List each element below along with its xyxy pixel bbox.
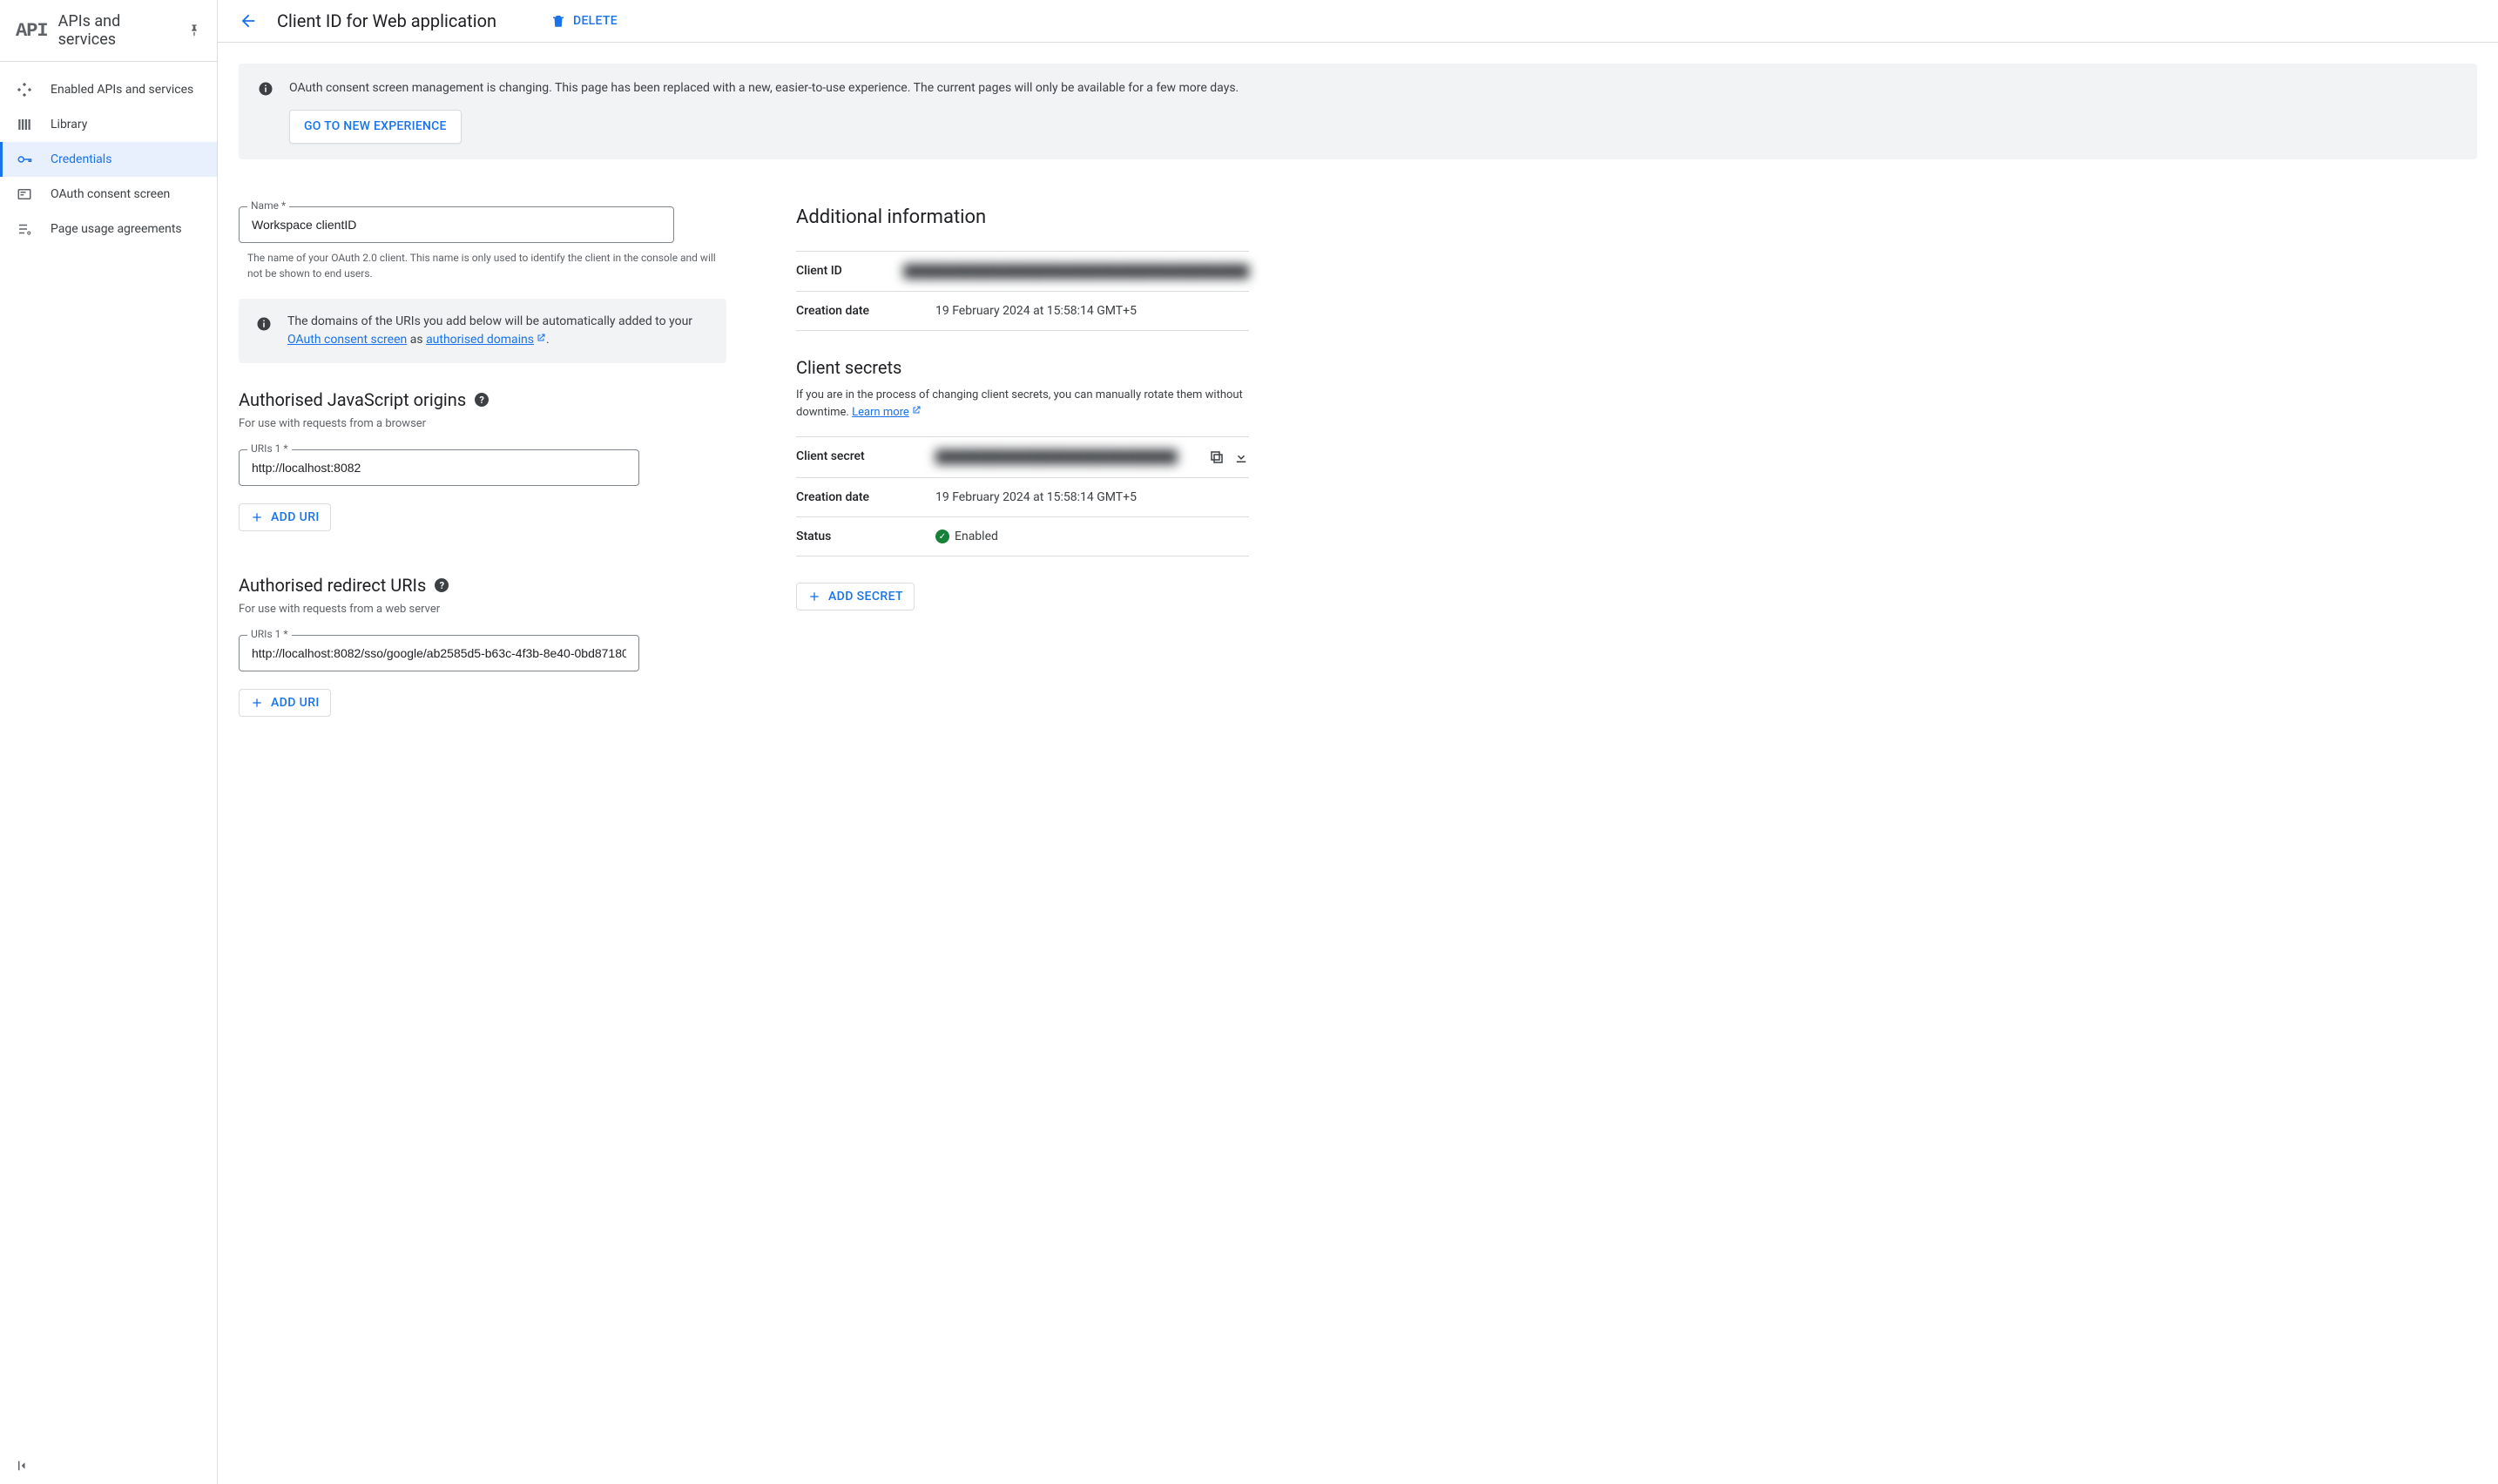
creation-date-row: Creation date 19 February 2024 at 15:58:… bbox=[796, 291, 1249, 330]
info-icon bbox=[258, 81, 273, 97]
plus-icon bbox=[807, 590, 821, 604]
sidebar-item-label: Credentials bbox=[51, 152, 111, 166]
domains-note-suffix: . bbox=[546, 333, 550, 347]
domains-info-box: The domains of the URIs you add below wi… bbox=[239, 299, 726, 363]
topbar: Client ID for Web application DELETE bbox=[218, 0, 2498, 43]
add-secret-label: ADD SECRET bbox=[828, 590, 903, 604]
main: Client ID for Web application DELETE OAu… bbox=[218, 0, 2498, 1484]
creation-date-label: Creation date bbox=[796, 304, 935, 318]
add-uri-label: ADD URI bbox=[271, 696, 320, 710]
authorised-domains-link[interactable]: authorised domains bbox=[426, 333, 546, 347]
page-title: Client ID for Web application bbox=[277, 10, 496, 31]
add-js-origin-uri-button[interactable]: ADD URI bbox=[239, 503, 331, 531]
add-secret-button[interactable]: ADD SECRET bbox=[796, 583, 915, 610]
add-redirect-uri-button[interactable]: ADD URI bbox=[239, 689, 331, 717]
secret-creation-label: Creation date bbox=[796, 490, 935, 504]
client-secret-value: ████████████████████████████ bbox=[935, 449, 1209, 465]
help-icon[interactable]: ? bbox=[435, 578, 449, 592]
delete-label: DELETE bbox=[573, 14, 618, 28]
copy-icon[interactable] bbox=[1209, 449, 1225, 465]
info-icon bbox=[256, 316, 272, 349]
sidebar-item-label: Page usage agreements bbox=[51, 222, 182, 236]
sidebar-item-label: Library bbox=[51, 118, 87, 132]
agreements-icon bbox=[16, 220, 33, 238]
trash-icon bbox=[550, 13, 566, 29]
secret-status-label: Status bbox=[796, 530, 935, 543]
js-origin-uri-label: URIs 1 * bbox=[247, 442, 292, 455]
product-title: APIs and services bbox=[58, 12, 177, 49]
sidebar-item-credentials[interactable]: Credentials bbox=[0, 142, 217, 177]
diamond-grid-icon bbox=[16, 81, 33, 98]
sidebar-item-library[interactable]: Library bbox=[0, 107, 217, 142]
client-secrets-title: Client secrets bbox=[796, 357, 1249, 378]
secret-status-row: Status ✓ Enabled bbox=[796, 516, 1249, 556]
sidebar-nav: Enabled APIs and services Library Creden… bbox=[0, 62, 217, 246]
library-icon bbox=[16, 116, 33, 133]
name-input[interactable] bbox=[239, 206, 674, 243]
oauth-consent-screen-link[interactable]: OAuth consent screen bbox=[287, 333, 407, 347]
redirect-uris-subtitle: For use with requests from a web server bbox=[239, 603, 726, 616]
redirect-uri-input[interactable] bbox=[239, 635, 639, 671]
name-helper-text: The name of your OAuth 2.0 client. This … bbox=[239, 250, 726, 281]
js-origins-title: Authorised JavaScript origins bbox=[239, 389, 466, 410]
plus-icon bbox=[250, 510, 264, 524]
consent-icon bbox=[16, 186, 33, 203]
check-circle-icon: ✓ bbox=[935, 530, 949, 543]
pin-icon[interactable] bbox=[187, 24, 201, 37]
external-link-icon bbox=[911, 405, 922, 415]
client-id-row: Client ID ██████████████████████████████… bbox=[796, 251, 1249, 291]
delete-button[interactable]: DELETE bbox=[550, 13, 618, 29]
collapse-sidebar-icon[interactable] bbox=[16, 1458, 31, 1474]
client-secret-row: Client secret ██████████████████████████… bbox=[796, 436, 1249, 477]
client-id-value: ████████████████████████████████████████ bbox=[903, 264, 1249, 279]
name-field-label: Name * bbox=[247, 199, 289, 212]
domains-note-prefix: The domains of the URIs you add below wi… bbox=[287, 314, 692, 328]
client-secret-label: Client secret bbox=[796, 449, 935, 465]
sidebar-header: API APIs and services bbox=[0, 0, 217, 62]
learn-more-link[interactable]: Learn more bbox=[852, 406, 922, 419]
js-origin-uri-input[interactable] bbox=[239, 449, 639, 486]
back-button[interactable] bbox=[239, 11, 258, 30]
secret-creation-date-row: Creation date 19 February 2024 at 15:58:… bbox=[796, 477, 1249, 516]
external-link-icon bbox=[536, 333, 546, 343]
secret-creation-value: 19 February 2024 at 15:58:14 GMT+5 bbox=[935, 490, 1249, 504]
domains-note-middle: as bbox=[407, 333, 426, 347]
sidebar-item-agreements[interactable]: Page usage agreements bbox=[0, 212, 217, 246]
download-icon[interactable] bbox=[1233, 449, 1249, 465]
api-logo: API bbox=[16, 20, 48, 42]
add-uri-label: ADD URI bbox=[271, 510, 320, 524]
creation-date-value: 19 February 2024 at 15:58:14 GMT+5 bbox=[935, 304, 1249, 318]
js-origins-subtitle: For use with requests from a browser bbox=[239, 417, 726, 430]
key-icon bbox=[16, 151, 33, 168]
secret-status-value: Enabled bbox=[955, 530, 998, 543]
go-to-new-experience-button[interactable]: GO TO NEW EXPERIENCE bbox=[289, 110, 462, 144]
sidebar-item-label: Enabled APIs and services bbox=[51, 83, 193, 97]
client-id-label: Client ID bbox=[796, 264, 903, 279]
sidebar-item-oauth-consent[interactable]: OAuth consent screen bbox=[0, 177, 217, 212]
banner-text: OAuth consent screen management is chang… bbox=[289, 79, 1239, 98]
redirect-uri-label: URIs 1 * bbox=[247, 628, 292, 640]
plus-icon bbox=[250, 696, 264, 710]
help-icon[interactable]: ? bbox=[475, 393, 489, 407]
sidebar-item-enabled-apis[interactable]: Enabled APIs and services bbox=[0, 72, 217, 107]
redirect-uris-title: Authorised redirect URIs bbox=[239, 575, 426, 596]
sidebar: API APIs and services Enabled APIs and s… bbox=[0, 0, 218, 1484]
additional-info-title: Additional information bbox=[796, 206, 1249, 228]
sidebar-item-label: OAuth consent screen bbox=[51, 187, 170, 201]
notice-banner: OAuth consent screen management is chang… bbox=[239, 64, 2477, 159]
